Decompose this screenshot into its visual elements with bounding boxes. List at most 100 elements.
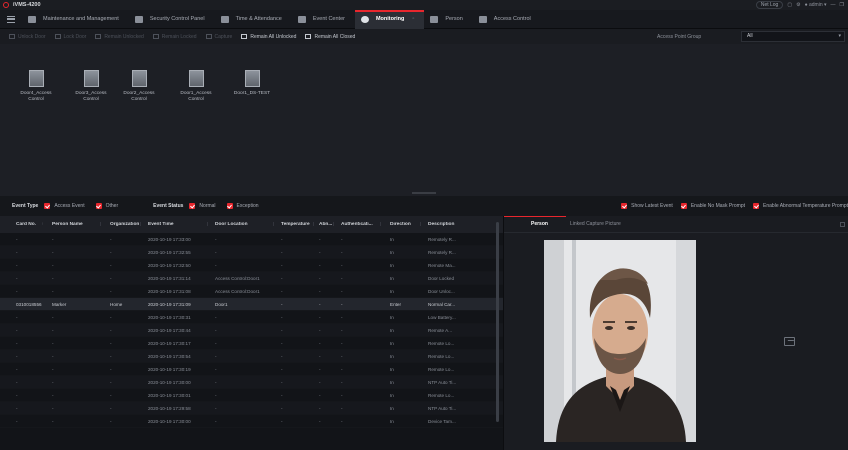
table-cell: - <box>110 249 112 255</box>
tab-linked-capture-picture[interactable]: Linked Capture Picture <box>566 216 639 233</box>
lock-door-button[interactable]: Lock Door <box>54 33 87 40</box>
column-header[interactable]: Card No. ⁝ <box>0 222 46 227</box>
table-cell: - <box>16 262 18 268</box>
checkbox-label: Access Event <box>54 203 85 209</box>
table-row[interactable]: - - - 2020-10-19 17:32:55 - - - - In Remotely R..… <box>0 246 503 259</box>
remain-all-closed-button[interactable]: Remain All Closed <box>305 34 355 40</box>
table-row[interactable]: - - - 2020-10-19 17:30:54 - - - - In Remote Lo... <box>0 350 503 363</box>
table-cell: - <box>215 262 217 268</box>
column-label: Abn... <box>319 222 333 227</box>
table-cell: In <box>390 379 394 385</box>
table-cell: In <box>390 392 394 398</box>
table-cell: - <box>215 314 217 320</box>
table-cell: Normal Car... <box>428 301 456 307</box>
table-cell: - <box>16 275 18 281</box>
table-cell: In <box>390 249 394 255</box>
restore-icon[interactable]: ❐ <box>840 2 844 8</box>
column-header[interactable]: Event Time | <box>144 222 211 227</box>
tab-access-control[interactable]: Access Control <box>473 10 541 29</box>
table-cell: Remote Lo... <box>428 353 455 359</box>
remain-all-unlocked-button[interactable]: Remain All Unlocked <box>241 34 296 40</box>
table-row[interactable]: - - - 2020-10-19 17:32:50 - - - - In Remote Ma... <box>0 259 503 272</box>
table-cell: - <box>215 340 217 346</box>
checkbox-checked-icon <box>226 203 233 209</box>
table-cell: Remotely R... <box>428 249 456 255</box>
door-item[interactable]: Door1_Access Control <box>174 70 218 103</box>
checkbox-label: Enable No Mask Prompt <box>690 203 746 209</box>
table-cell: - <box>52 327 54 333</box>
table-row[interactable]: 0310018556 Marker Home 2020-10-19 17:31:09 D… <box>0 298 503 311</box>
door-item[interactable]: Door3_Access Control <box>69 70 113 103</box>
table-cell: - <box>52 288 54 294</box>
table-cell: - <box>215 379 217 385</box>
column-header[interactable]: Organization | <box>104 222 144 227</box>
column-header[interactable]: Abn... | <box>317 222 337 227</box>
minimize-icon[interactable]: — <box>831 2 836 8</box>
table-row[interactable]: - - - 2020-10-19 17:30:17 - - - - In Remote Lo... <box>0 337 503 350</box>
table-cell: In <box>390 262 394 268</box>
tab-person[interactable]: Person <box>424 10 472 29</box>
no-mask-prompt-checkbox[interactable]: Enable No Mask Prompt <box>680 203 746 209</box>
access-point-group-select[interactable]: All ▾ <box>741 31 845 42</box>
door-item[interactable]: Door2_Access Control <box>117 70 161 103</box>
unlock-door-button[interactable]: Unlock Door <box>9 34 46 40</box>
column-header[interactable]: Door Location | <box>211 222 277 227</box>
tab-security-control-panel[interactable]: Security Control Panel <box>129 10 215 29</box>
table-cell: - <box>52 275 54 281</box>
exception-status-checkbox[interactable]: Exception <box>226 203 259 209</box>
door-icon <box>244 70 260 87</box>
settings-icon[interactable]: ⚙ <box>796 2 800 8</box>
column-header[interactable]: Authenticati... | <box>337 222 384 227</box>
other-event-checkbox[interactable]: Other <box>95 203 119 209</box>
abnormal-temperature-prompt-checkbox[interactable]: Enable Abnormal Temperature Prompt <box>753 203 848 209</box>
show-latest-event-checkbox[interactable]: Show Latest Event <box>621 203 673 209</box>
table-row[interactable]: - - - 2020-10-19 17:29:58 - - - - In NTP Auto Ti.… <box>0 402 503 415</box>
tab-person-detail[interactable]: Person <box>504 215 566 233</box>
column-header[interactable]: Temperature | <box>277 222 317 227</box>
table-row[interactable]: - - - 2020-10-19 17:30:31 - - - - In Low Battery.… <box>0 311 503 324</box>
checkbox-label: Other <box>105 203 119 209</box>
table-row[interactable]: - - - 2020-10-19 17:33:00 - - - - In Remotely R..… <box>0 233 503 246</box>
table-row[interactable]: - - - 2020-10-19 17:30:01 - - - - In Remote Lo... <box>0 389 503 402</box>
table-row[interactable]: - - - 2020-10-19 17:31:08 Access Control:Doo… <box>0 285 503 298</box>
capture-button[interactable]: Capture <box>205 34 232 40</box>
tab-monitoring[interactable]: Monitoring ▫ <box>354 9 425 29</box>
table-row[interactable]: - - - 2020-10-19 17:30:00 - - - - In Device Tam..… <box>0 415 503 428</box>
tab-label: Event Center <box>312 16 345 22</box>
normal-status-checkbox[interactable]: Normal <box>189 203 216 209</box>
column-header[interactable]: Direction | <box>384 222 424 227</box>
checkbox-checked-icon <box>680 203 687 209</box>
panel-resize-handle[interactable] <box>412 192 436 194</box>
table-cell: 2020-10-19 17:32:50 <box>148 262 191 268</box>
table-cell: 2020-10-19 17:30:44 <box>148 327 191 333</box>
table-row[interactable]: - - - 2020-10-19 17:30:44 - - - - In Remote A... <box>0 324 503 337</box>
door-item[interactable]: Door4_Access Control <box>14 70 58 103</box>
table-row[interactable]: - - - 2020-10-19 17:31:14 Access Control:Doo… <box>0 272 503 285</box>
lock-icon[interactable]: ▢ <box>787 2 792 8</box>
remain-locked-button[interactable]: Remain Locked <box>152 34 197 40</box>
tool-label: Lock Door <box>63 33 87 40</box>
table-cell: - <box>52 405 54 411</box>
tab-maintenance[interactable]: Maintenance and Management <box>22 10 129 29</box>
table-cell: - <box>52 340 54 346</box>
net-log-button[interactable]: Net Log <box>755 1 784 9</box>
tab-time-attendance[interactable]: Time & Attendance <box>215 10 292 29</box>
table-cell: - <box>319 275 321 281</box>
table-row[interactable]: - - - 2020-10-19 17:30:19 - - - - In Remote Lo... <box>0 363 503 376</box>
user-menu[interactable]: ● admin ▾ <box>805 2 827 8</box>
collapse-panel-icon[interactable] <box>840 222 845 227</box>
tab-event-center[interactable]: Event Center <box>292 10 355 29</box>
access-event-checkbox[interactable]: Access Event <box>44 203 85 209</box>
column-header[interactable]: Description <box>424 222 472 227</box>
close-tab-icon[interactable]: ▫ <box>412 16 414 22</box>
column-header[interactable]: Person Name | <box>46 222 104 227</box>
door-item[interactable]: Door1_DS-TEST <box>230 70 274 97</box>
table-scrollbar[interactable] <box>496 222 499 422</box>
remain-unlocked-button[interactable]: Remain Unlocked <box>95 34 144 40</box>
tool-label: Remain All Closed <box>314 33 356 40</box>
person-portrait-image <box>544 240 696 442</box>
title-right-controls: Net Log ▢ ⚙ ● admin ▾ — ❐ <box>755 1 844 9</box>
main-menu-icon[interactable] <box>7 15 15 23</box>
unlock-icon <box>9 34 15 39</box>
table-row[interactable]: - - - 2020-10-19 17:30:00 - - - - In NTP Auto Ti.… <box>0 376 503 389</box>
